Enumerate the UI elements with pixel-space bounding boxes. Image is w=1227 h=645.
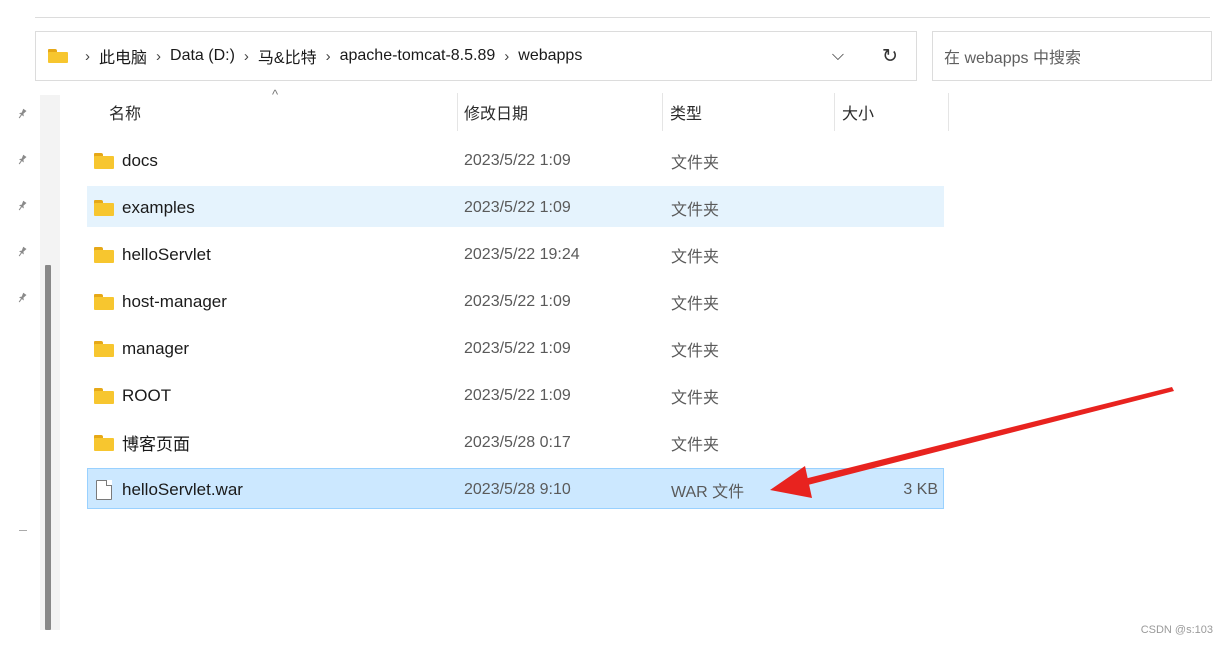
pin-icon[interactable]	[14, 198, 30, 214]
breadcrumb-item-drive-d[interactable]: Data (D:)	[170, 47, 235, 65]
nav-scrollbar-thumb[interactable]	[45, 265, 51, 630]
column-divider[interactable]	[834, 93, 835, 131]
chevron-right-icon[interactable]: ›	[244, 48, 249, 65]
column-divider[interactable]	[662, 93, 663, 131]
file-row[interactable]: host-manager 2023/5/22 1:09 文件夹	[87, 280, 944, 321]
pin-icon[interactable]	[14, 106, 30, 122]
file-row[interactable]: 博客页面 2023/5/28 0:17 文件夹	[87, 421, 944, 462]
sort-ascending-icon: ^	[272, 87, 279, 102]
file-type: 文件夹	[671, 201, 720, 219]
pin-icon[interactable]	[14, 244, 30, 260]
folder-icon	[94, 434, 114, 451]
file-size: 3 KB	[903, 480, 938, 498]
chevron-right-icon[interactable]: ›	[326, 48, 331, 65]
file-type: 文件夹	[671, 295, 720, 313]
file-modified: 2023/5/22 19:24	[464, 245, 580, 263]
file-type: 文件夹	[671, 154, 720, 172]
column-header-size[interactable]: 大小	[842, 93, 874, 131]
file-type: 文件夹	[671, 436, 720, 454]
file-name: docs	[122, 150, 158, 170]
file-name: manager	[122, 338, 190, 358]
search-input[interactable]: 在 webapps 中搜索	[932, 31, 1212, 81]
file-name: examples	[122, 197, 195, 217]
folder-icon	[94, 387, 114, 404]
nav-separator	[19, 530, 27, 531]
column-header-name[interactable]: 名称	[109, 93, 141, 131]
breadcrumb-item-this-pc[interactable]: 此电脑	[99, 44, 147, 68]
file-name: helloServlet	[122, 244, 211, 264]
file-name: ROOT	[122, 385, 172, 405]
file-name: host-manager	[122, 291, 227, 311]
folder-icon	[94, 199, 114, 216]
file-name: 博客页面	[122, 435, 190, 454]
folder-icon	[94, 293, 114, 310]
refresh-icon[interactable]: ↻	[879, 44, 901, 68]
file-name: helloServlet.war	[122, 479, 243, 499]
column-headers: ^ 名称 修改日期 类型 大小	[87, 87, 950, 131]
breadcrumb: › 此电脑 › Data (D:) › 马&比特 › apache-tomcat…	[76, 44, 582, 68]
chevron-right-icon[interactable]: ›	[156, 48, 161, 65]
folder-icon	[48, 49, 68, 63]
file-type: WAR 文件	[671, 483, 745, 501]
file-modified: 2023/5/28 0:17	[464, 433, 571, 451]
breadcrumb-item-folder[interactable]: 马&比特	[258, 44, 317, 68]
file-modified: 2023/5/22 1:09	[464, 339, 571, 357]
file-modified: 2023/5/28 9:10	[464, 480, 571, 498]
file-row[interactable]: manager 2023/5/22 1:09 文件夹	[87, 327, 944, 368]
column-divider[interactable]	[457, 93, 458, 131]
folder-icon	[94, 246, 114, 263]
file-type: 文件夹	[671, 342, 720, 360]
file-modified: 2023/5/22 1:09	[464, 292, 571, 310]
chevron-down-icon[interactable]: ⌵	[828, 44, 848, 68]
watermark: CSDN @s:103	[1140, 624, 1213, 636]
search-placeholder: 在 webapps 中搜索	[944, 50, 1081, 67]
file-row[interactable]: examples 2023/5/22 1:09 文件夹	[87, 186, 944, 227]
file-modified: 2023/5/22 1:09	[464, 386, 571, 404]
toolbar-divider	[35, 17, 1210, 18]
chevron-right-icon[interactable]: ›	[504, 48, 509, 65]
file-list: docs 2023/5/22 1:09 文件夹 examples 2023/5/…	[87, 139, 944, 515]
pin-icon[interactable]	[14, 152, 30, 168]
file-modified: 2023/5/22 1:09	[464, 151, 571, 169]
folder-icon	[94, 152, 114, 169]
file-type: 文件夹	[671, 248, 720, 266]
column-header-type[interactable]: 类型	[670, 93, 702, 131]
file-icon	[96, 479, 112, 500]
breadcrumb-item-webapps[interactable]: webapps	[518, 47, 582, 65]
file-explorer-window: › 此电脑 › Data (D:) › 马&比特 › apache-tomcat…	[0, 0, 1227, 645]
file-row[interactable]: helloServlet 2023/5/22 19:24 文件夹	[87, 233, 944, 274]
folder-icon	[94, 340, 114, 357]
pin-icon[interactable]	[14, 290, 30, 306]
file-type: 文件夹	[671, 389, 720, 407]
file-modified: 2023/5/22 1:09	[464, 198, 571, 216]
chevron-right-icon: ›	[85, 47, 90, 65]
address-bar[interactable]: › 此电脑 › Data (D:) › 马&比特 › apache-tomcat…	[35, 31, 917, 81]
file-row[interactable]: ROOT 2023/5/22 1:09 文件夹	[87, 374, 944, 415]
quick-access-pins	[14, 106, 34, 336]
file-row[interactable]: docs 2023/5/22 1:09 文件夹	[87, 139, 944, 180]
column-divider[interactable]	[948, 93, 949, 131]
breadcrumb-item-tomcat[interactable]: apache-tomcat-8.5.89	[340, 47, 496, 65]
file-row-selected[interactable]: helloServlet.war 2023/5/28 9:10 WAR 文件 3…	[87, 468, 944, 509]
column-header-modified[interactable]: 修改日期	[464, 93, 528, 131]
